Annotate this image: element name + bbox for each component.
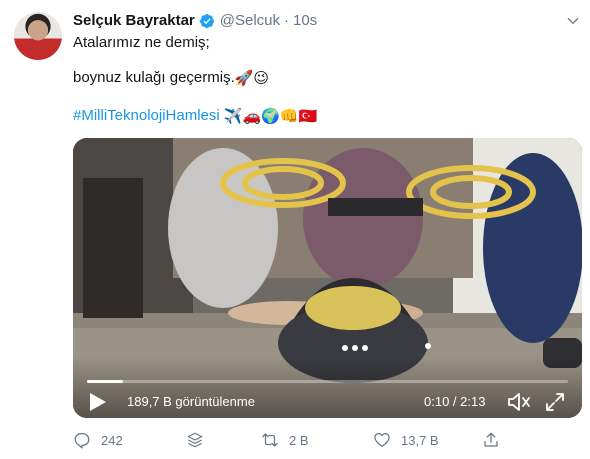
- hashtag-emojis: ✈️🚗🌍👊🇹🇷: [223, 107, 318, 125]
- video-time: 0:10 / 2:13: [424, 394, 486, 409]
- tweet-text-line-2-text: boynuz kulağı geçermiş.: [73, 69, 235, 86]
- reply-count: 242: [101, 432, 123, 448]
- stack-icon: [187, 432, 203, 448]
- hashtag-link[interactable]: #MilliTeknolojiHamlesi: [73, 107, 220, 124]
- share-button[interactable]: [482, 430, 510, 450]
- chevron-down-icon[interactable]: [566, 14, 580, 28]
- rocket-wink-emoji: 🚀😉: [234, 69, 270, 87]
- hashtag-line: #MilliTeknolojiHamlesi ✈️🚗🌍👊🇹🇷: [73, 106, 317, 126]
- reply-icon: [74, 432, 90, 449]
- tweet-timestamp[interactable]: 10s: [293, 12, 317, 30]
- video-progress-bar[interactable]: [87, 380, 568, 383]
- video-player[interactable]: 189,7 B görüntülenme 0:10 / 2:13: [73, 138, 582, 418]
- tweet-text-line-2: boynuz kulağı geçermiş.🚀😉: [73, 68, 269, 88]
- video-progress-fill: [87, 380, 124, 383]
- mute-icon[interactable]: [507, 391, 531, 413]
- video-controls: 189,7 B görüntülenme 0:10 / 2:13: [73, 356, 582, 418]
- tweet-actions: 242 2 B 13,7 B: [73, 430, 503, 450]
- author-handle[interactable]: @Selcuk: [220, 12, 280, 30]
- reply-button[interactable]: 242: [73, 430, 123, 450]
- author-name[interactable]: Selçuk Bayraktar: [73, 12, 195, 30]
- play-icon[interactable]: [89, 392, 107, 412]
- expand-icon[interactable]: [545, 392, 565, 412]
- tweet-text-line-1: Atalarımız ne demiş;: [73, 34, 210, 51]
- like-button[interactable]: 13,7 B: [373, 430, 439, 450]
- retweet-button[interactable]: 2 B: [261, 430, 309, 450]
- avatar[interactable]: [14, 12, 62, 60]
- view-count: 189,7 B görüntülenme: [127, 394, 255, 409]
- tweet[interactable]: Selçuk Bayraktar @Selcuk · 10s Atalarımı…: [0, 0, 590, 459]
- retweet-count: 2 B: [289, 432, 309, 448]
- tweet-header: Selçuk Bayraktar @Selcuk · 10s: [73, 12, 317, 30]
- heart-icon: [374, 432, 390, 448]
- retweet-icon: [262, 433, 278, 447]
- stack-button[interactable]: [186, 430, 214, 450]
- share-icon: [484, 432, 498, 447]
- like-count: 13,7 B: [401, 432, 439, 448]
- verified-badge-icon: [199, 14, 214, 29]
- separator-dot: ·: [284, 12, 289, 29]
